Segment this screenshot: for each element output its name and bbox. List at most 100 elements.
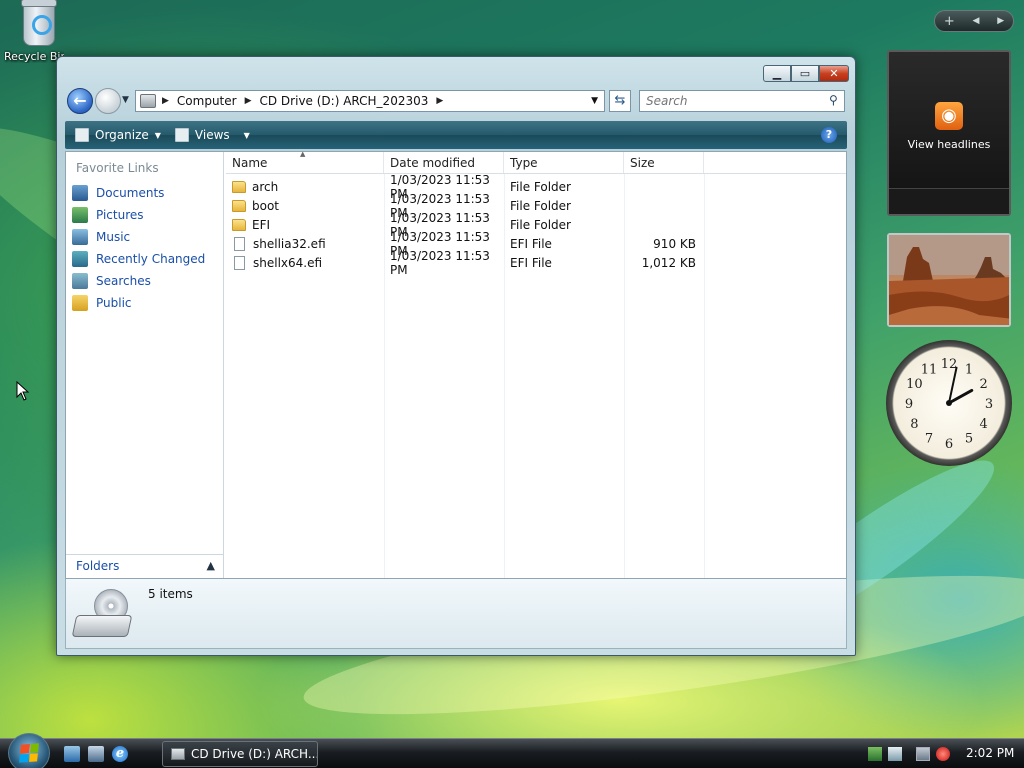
searches-icon xyxy=(72,273,88,289)
nav-item-public[interactable]: Public xyxy=(66,292,223,314)
column-header-size[interactable]: Size xyxy=(624,152,704,173)
explorer-window: ▁ ▭ ✕ ← ▼ ▶ Computer ▶ CD Drive (D:) ARC… xyxy=(56,56,856,656)
column-divider xyxy=(504,174,505,578)
search-input[interactable] xyxy=(639,90,845,112)
organize-menu-button[interactable]: Organize ▼ xyxy=(75,128,161,142)
column-header-date-modified[interactable]: Date modified xyxy=(384,152,504,173)
minimize-button[interactable]: ▁ xyxy=(763,65,791,82)
views-icon xyxy=(174,128,189,142)
clock-hour-hand xyxy=(947,388,974,405)
volume-muted-icon[interactable] xyxy=(936,747,950,761)
pictures-icon xyxy=(72,207,88,223)
file-row[interactable]: boot 1/03/2023 11:53 PM File Folder xyxy=(226,192,846,220)
file-icon xyxy=(234,236,245,251)
network-icon[interactable] xyxy=(916,747,930,761)
breadcrumb-separator-icon[interactable]: ▶ xyxy=(436,96,443,106)
mouse-pointer-icon xyxy=(16,381,30,401)
help-icon[interactable]: ? xyxy=(821,127,837,143)
next-icon[interactable]: ▶ xyxy=(997,16,1004,26)
windows-logo-icon xyxy=(19,743,39,763)
file-size: 1,012 KB xyxy=(641,255,696,270)
nav-item-recently-changed[interactable]: Recently Changed xyxy=(66,248,223,270)
breadcrumb-separator-icon[interactable]: ▶ xyxy=(162,96,169,106)
notification-area xyxy=(868,739,956,768)
folders-toggle[interactable]: Folders ▲ xyxy=(66,554,223,578)
clock-number: 10 xyxy=(906,377,923,392)
start-button[interactable] xyxy=(8,733,50,768)
show-desktop-icon[interactable] xyxy=(64,746,80,762)
clock-minute-hand xyxy=(948,366,958,404)
previous-icon[interactable]: ◀ xyxy=(973,16,980,26)
file-row[interactable]: arch 1/03/2023 11:53 PM File Folder xyxy=(226,173,846,201)
internet-explorer-icon[interactable]: e xyxy=(112,746,128,762)
nav-item-searches[interactable]: Searches xyxy=(66,270,223,292)
clock-face: 12 12 3 45678 9 1011 xyxy=(905,357,993,452)
clock-center-pin xyxy=(946,400,952,406)
file-row[interactable]: shellia32.efi 1/03/2023 11:53 PM EFI Fil… xyxy=(226,230,846,258)
nav-item-label: Searches xyxy=(96,274,151,288)
address-bar[interactable]: ▶ Computer ▶ CD Drive (D:) ARCH_202303 ▶… xyxy=(135,90,605,112)
recycle-bin-shortcut[interactable]: Recycle Bin xyxy=(4,0,74,63)
file-name: boot xyxy=(252,198,280,213)
file-list: ▲ Name Date modified Type Size arch 1/03… xyxy=(226,150,846,578)
music-icon xyxy=(72,229,88,245)
view-headlines-label: View headlines xyxy=(907,138,991,151)
breadcrumb-cd-drive[interactable]: CD Drive (D:) ARCH_202303 xyxy=(260,94,429,108)
search-icon[interactable]: ⚲ xyxy=(829,93,838,107)
organize-label: Organize xyxy=(95,128,149,142)
breadcrumb-computer[interactable]: Computer xyxy=(177,94,237,108)
folder-icon xyxy=(232,199,246,212)
refresh-button[interactable]: ⇆ xyxy=(609,90,631,112)
nav-item-documents[interactable]: Documents xyxy=(66,182,223,204)
nav-item-pictures[interactable]: Pictures xyxy=(66,204,223,226)
column-headers: ▲ Name Date modified Type Size xyxy=(226,150,846,174)
recent-pages-dropdown-icon[interactable]: ▼ xyxy=(122,95,129,105)
back-button[interactable]: ← xyxy=(67,88,93,114)
windows-update-icon[interactable] xyxy=(888,747,902,761)
security-center-icon[interactable] xyxy=(868,747,882,761)
taskbar: e CD Drive (D:) ARCH... 2:02 PM xyxy=(0,733,1024,768)
views-label: Views xyxy=(194,128,230,142)
forward-button[interactable] xyxy=(95,88,121,114)
close-button[interactable]: ✕ xyxy=(819,65,849,82)
views-menu-button[interactable]: Views ▼ xyxy=(174,128,250,142)
item-count: 5 items xyxy=(148,587,193,601)
taskbar-button-label: CD Drive (D:) ARCH... xyxy=(191,747,318,761)
column-header-type[interactable]: Type xyxy=(504,152,624,173)
add-gadget-icon[interactable]: + xyxy=(944,14,955,29)
column-header-name[interactable]: ▲ Name xyxy=(226,150,384,173)
address-dropdown-icon[interactable]: ▼ xyxy=(591,96,598,106)
file-row[interactable]: EFI 1/03/2023 11:53 PM File Folder xyxy=(226,211,846,239)
maximize-button[interactable]: ▭ xyxy=(791,65,819,82)
rss-icon: ◉ xyxy=(935,102,963,130)
file-name: EFI xyxy=(252,217,271,232)
window-caption-buttons: ▁ ▭ ✕ xyxy=(763,65,849,82)
file-row[interactable]: shellx64.efi 1/03/2023 11:53 PM EFI File… xyxy=(226,249,846,277)
breadcrumb-separator-icon[interactable]: ▶ xyxy=(245,96,252,106)
folders-label: Folders xyxy=(76,559,120,573)
nav-item-label: Pictures xyxy=(96,208,144,222)
file-type: EFI File xyxy=(510,236,552,251)
command-toolbar: Organize ▼ Views ▼ ? xyxy=(65,121,847,149)
chevron-down-icon: ▼ xyxy=(154,130,161,140)
slideshow-gadget[interactable] xyxy=(887,233,1011,327)
content-area: Favorite Links Documents Pictures Music … xyxy=(65,150,847,579)
column-divider xyxy=(704,174,705,578)
switch-windows-icon[interactable] xyxy=(88,746,104,762)
feed-headlines-gadget[interactable]: ◉ View headlines xyxy=(887,50,1011,216)
cd-drive-large-icon xyxy=(71,589,133,641)
clock-number: 6 xyxy=(945,437,953,452)
recycle-bin-label: Recycle Bin xyxy=(4,50,64,63)
file-name: shellia32.efi xyxy=(253,236,326,251)
sort-ascending-icon: ▲ xyxy=(300,150,306,158)
taskbar-clock[interactable]: 2:02 PM xyxy=(966,746,1014,760)
taskbar-button-explorer[interactable]: CD Drive (D:) ARCH... xyxy=(162,741,318,767)
nav-item-music[interactable]: Music xyxy=(66,226,223,248)
cd-drive-icon xyxy=(171,748,185,760)
clock-gadget[interactable]: 12 1 2 3 4 5 6 7 8 9 10 11 xyxy=(886,340,1012,466)
organize-icon xyxy=(75,128,89,142)
file-name: arch xyxy=(252,179,279,194)
file-date: 1/03/2023 11:53 PM xyxy=(390,248,490,277)
nav-item-label: Documents xyxy=(96,186,165,200)
folder-icon xyxy=(232,218,246,231)
